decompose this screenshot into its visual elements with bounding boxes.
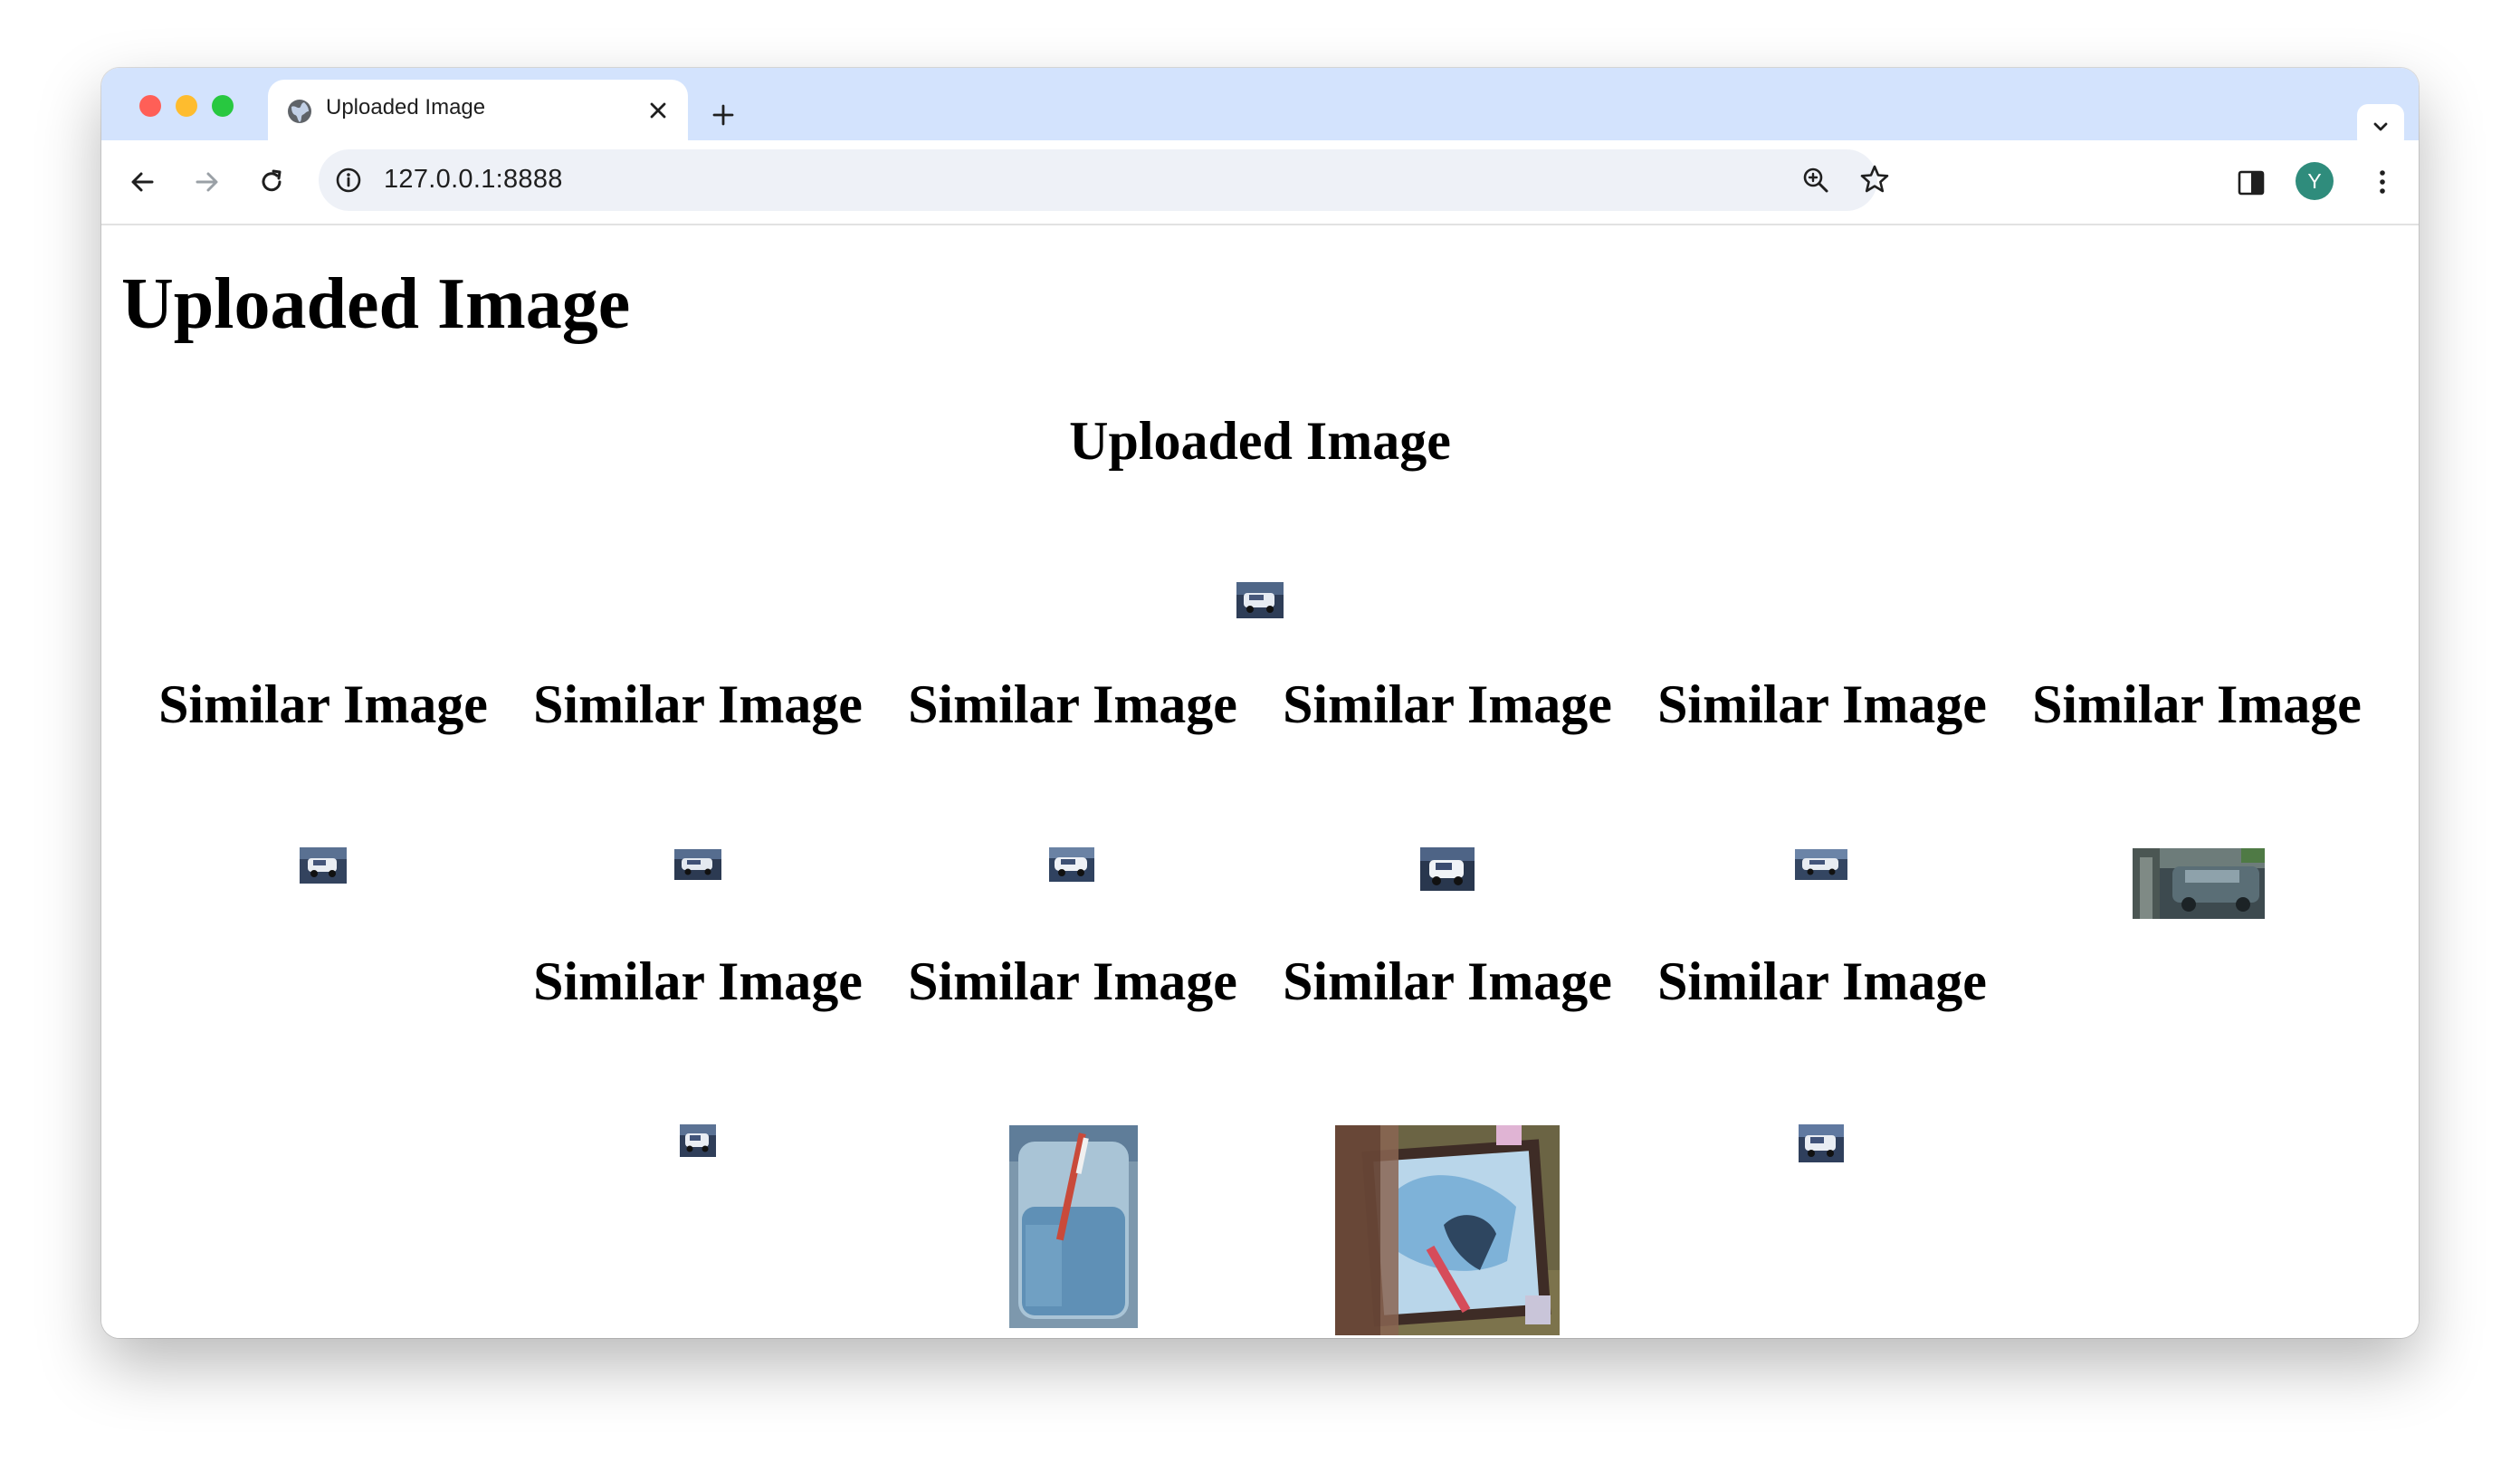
zoom-icon[interactable] <box>1799 164 1832 196</box>
similar-image <box>680 1124 716 1157</box>
address-bar[interactable]: 127.0.0.1:8888 <box>319 149 1889 211</box>
url-text[interactable]: 127.0.0.1:8888 <box>384 165 563 195</box>
tab-strip: Uploaded Image <box>101 68 2419 149</box>
page-content: Uploaded Image Uploaded Image Similar Im… <box>101 225 2419 1338</box>
side-panel-icon[interactable] <box>2234 166 2268 200</box>
more-options-icon[interactable] <box>2364 164 2401 200</box>
similar-image <box>674 849 721 880</box>
similar-image <box>1335 1125 1560 1335</box>
close-window-button[interactable] <box>139 95 161 117</box>
similar-image <box>300 847 347 884</box>
close-tab-icon[interactable] <box>646 99 670 122</box>
similar-image-heading: Similar Image <box>908 951 1237 1011</box>
forward-arrow-icon[interactable] <box>188 164 224 200</box>
similar-image-heading: Similar Image <box>533 674 863 734</box>
bookmark-star-icon[interactable] <box>1857 162 1892 196</box>
site-info-icon[interactable] <box>333 165 364 196</box>
similar-image <box>1049 847 1094 882</box>
similar-image-heading: Similar Image <box>2032 674 2362 734</box>
minimize-window-button[interactable] <box>176 95 197 117</box>
profile-avatar[interactable]: Y <box>2296 162 2334 200</box>
similar-image <box>1009 1125 1138 1328</box>
uploaded-image-heading: Uploaded Image <box>1069 411 1451 471</box>
similar-image-heading: Similar Image <box>1283 674 1612 734</box>
back-arrow-icon[interactable] <box>125 164 161 200</box>
new-tab-icon[interactable] <box>710 101 737 129</box>
similar-image-heading: Similar Image <box>1283 951 1612 1011</box>
browser-window: Uploaded Image 127.0.0.1:8888 Y Uploaded… <box>101 68 2419 1338</box>
page-title: Uploaded Image <box>121 264 631 344</box>
similar-image <box>1420 847 1475 891</box>
similar-image <box>1795 849 1847 880</box>
browser-toolbar: 127.0.0.1:8888 Y <box>101 140 2419 225</box>
similar-image-heading: Similar Image <box>1657 951 1987 1011</box>
similar-image-heading: Similar Image <box>158 674 488 734</box>
maximize-window-button[interactable] <box>212 95 234 117</box>
active-tab[interactable]: Uploaded Image <box>268 80 688 140</box>
reload-icon[interactable] <box>253 164 290 200</box>
similar-image-heading: Similar Image <box>1657 674 1987 734</box>
chevron-down-icon <box>2373 122 2388 131</box>
tab-title: Uploaded Image <box>326 95 486 119</box>
similar-image-heading: Similar Image <box>908 674 1237 734</box>
similar-image <box>1799 1124 1844 1162</box>
similar-image <box>2133 848 2265 919</box>
uploaded-image <box>1236 582 1284 618</box>
globe-icon <box>288 100 311 123</box>
similar-image-heading: Similar Image <box>533 951 863 1011</box>
